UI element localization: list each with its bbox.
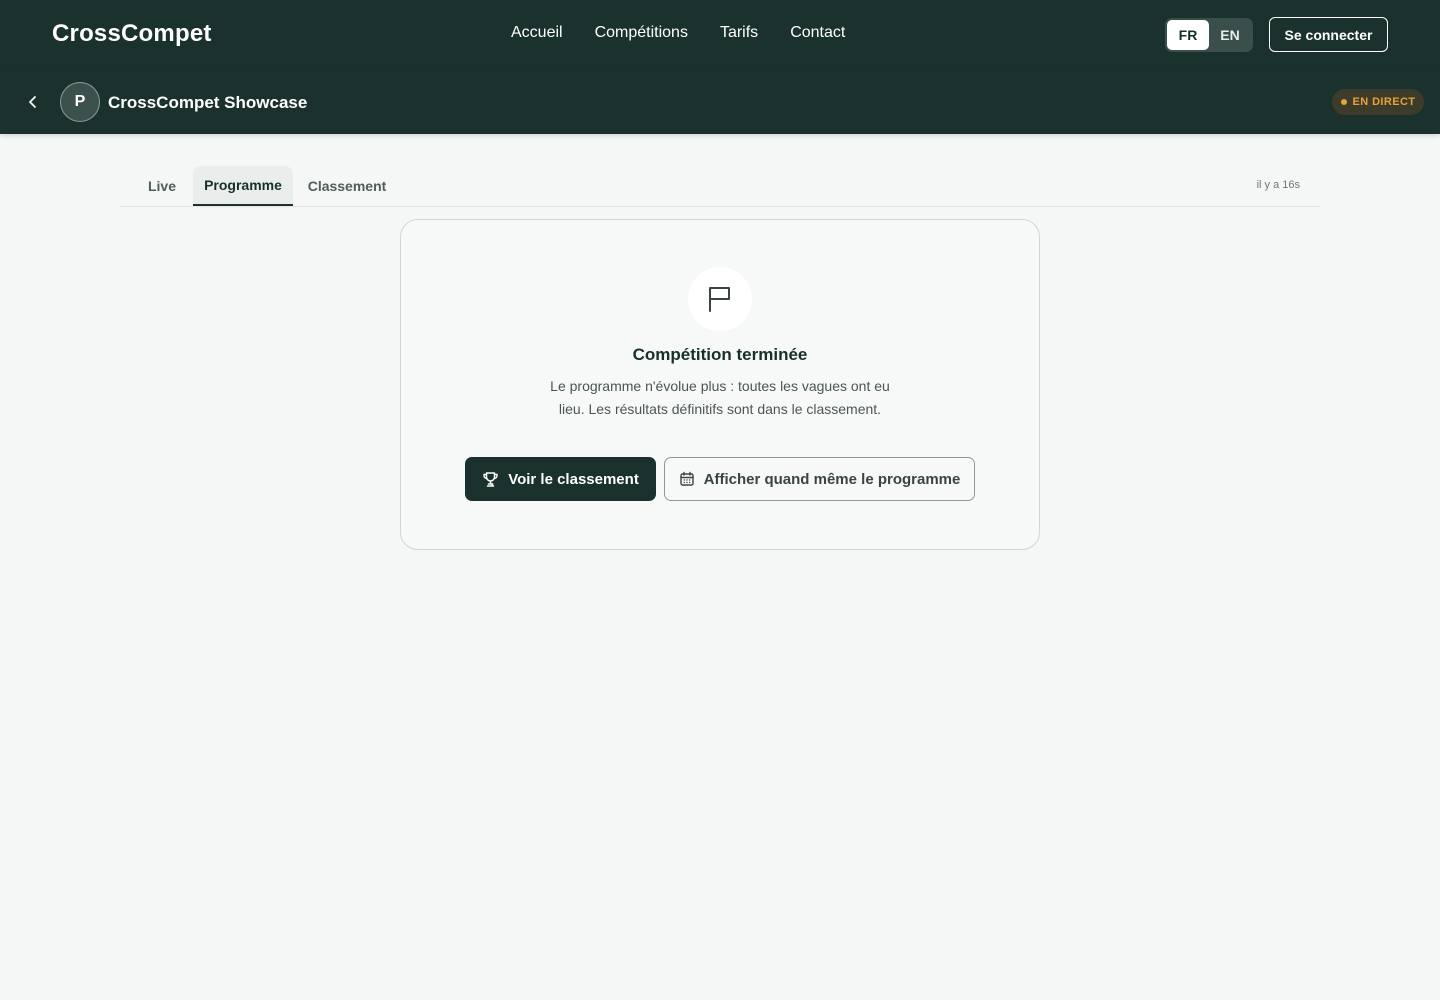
last-updated-text: il y a 16s (1256, 179, 1300, 191)
avatar: P (60, 82, 100, 122)
competition-title: CrossCompet Showcase (108, 93, 308, 112)
chevron-left-icon (29, 96, 36, 108)
nav-link-contact[interactable]: Contact (790, 24, 845, 42)
top-navigation-bar: CrossCompet Accueil Compétitions Tarifs … (0, 0, 1440, 70)
card-description: Le programme n'évolue plus : toutes les … (550, 378, 890, 417)
card-title: Compétition terminée (632, 345, 808, 364)
lang-en-button[interactable]: EN (1209, 20, 1251, 50)
main-nav: Accueil Compétitions Tarifs Contact (511, 24, 845, 42)
live-status-badge: EN DIRECT (1332, 89, 1424, 115)
live-dot-icon (1340, 99, 1347, 105)
brand-logo[interactable]: CrossCompet (52, 20, 212, 48)
nav-link-tarifs[interactable]: Tarifs (720, 24, 758, 42)
view-ranking-label: Voir le classement (508, 470, 639, 488)
tab-classement[interactable]: Classement (298, 166, 396, 206)
competition-tabs: Live Programme Classement il y a 16s (120, 166, 1320, 207)
tab-programme[interactable]: Programme (193, 166, 293, 206)
flag-icon (709, 287, 730, 312)
nav-link-accueil[interactable]: Accueil (511, 24, 563, 42)
lang-fr-button[interactable]: FR (1167, 20, 1209, 50)
nav-link-competitions[interactable]: Compétitions (595, 24, 688, 42)
view-ranking-button[interactable]: Voir le classement (465, 457, 656, 501)
tab-live[interactable]: Live (132, 166, 192, 206)
language-toggle: FR EN (1165, 18, 1253, 52)
back-button[interactable] (22, 91, 44, 113)
flag-icon-container (688, 267, 752, 331)
show-program-anyway-button[interactable]: Afficher quand même le programme (664, 457, 975, 501)
live-badge-label: EN DIRECT (1352, 96, 1416, 108)
show-program-label: Afficher quand même le programme (703, 470, 961, 488)
login-button[interactable]: Se connecter (1269, 17, 1388, 52)
competition-finished-card: Compétition terminée Le programme n'évol… (400, 219, 1040, 550)
trophy-icon (483, 471, 498, 487)
competition-header: P CrossCompet Showcase EN DIRECT (0, 70, 1440, 134)
calendar-icon (679, 471, 694, 486)
